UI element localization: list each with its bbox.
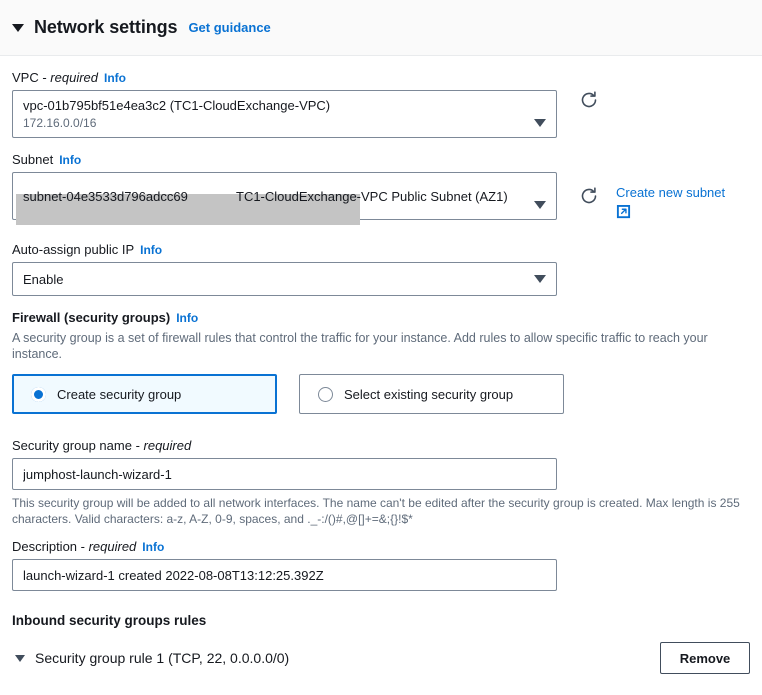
firewall-info-link[interactable]: Info: [176, 311, 198, 325]
description-input[interactable]: [12, 559, 557, 591]
auto-assign-ip-value: Enable: [23, 271, 64, 287]
description-required-text: required: [88, 539, 137, 554]
vpc-row: vpc-01b795bf51e4ea3c2 (TC1-CloudExchange…: [12, 90, 750, 138]
subnet-name: TC1-CloudExchange-VPC Public Subnet (AZ1…: [236, 188, 508, 204]
auto-assign-ip-label: Auto-assign public IP Info: [12, 242, 750, 257]
tile-create-security-group[interactable]: Create security group: [12, 374, 277, 414]
subnet-label-text: Subnet: [12, 152, 54, 167]
network-settings-body: VPC - required Info vpc-01b795bf51e4ea3c…: [0, 56, 762, 674]
radio-select-existing-security-group[interactable]: [318, 386, 333, 402]
auto-assign-ip-label-text: Auto-assign public IP: [12, 242, 135, 257]
subnet-info-link[interactable]: Info: [59, 153, 81, 167]
vpc-info-link[interactable]: Info: [104, 71, 126, 85]
firewall-label: Firewall (security groups) Info: [12, 310, 750, 325]
security-group-name-required-text: required: [143, 438, 192, 453]
subnet-row: subnet-04e3533d796adcc69 TC1-CloudExchan…: [12, 172, 750, 225]
vpc-cidr: 172.16.0.0/16: [23, 116, 97, 130]
vpc-label-text: VPC -: [12, 70, 51, 85]
security-group-name-label-text: Security group name -: [12, 438, 144, 453]
subnet-label: Subnet Info: [12, 152, 750, 167]
table-row: Security group rule 1 (TCP, 22, 0.0.0.0/…: [12, 642, 750, 674]
chevron-down-icon: [534, 275, 546, 283]
vpc-label: VPC - required Info: [12, 70, 750, 85]
subnet-id: subnet-04e3533d796adcc69: [23, 188, 188, 204]
chevron-down-icon: [534, 201, 546, 209]
security-group-rule-label: Security group rule 1 (TCP, 22, 0.0.0.0/…: [35, 650, 290, 666]
refresh-icon[interactable]: [579, 186, 599, 206]
vpc-selected-value: vpc-01b795bf51e4ea3c2 (TC1-CloudExchange…: [23, 98, 331, 113]
external-link-icon[interactable]: [616, 204, 725, 224]
page-title: Network settings: [34, 17, 178, 37]
security-group-name-label: Security group name - required: [12, 438, 750, 453]
remove-button[interactable]: Remove: [660, 642, 750, 674]
firewall-label-text: Firewall (security groups): [12, 310, 171, 325]
refresh-icon[interactable]: [579, 90, 599, 110]
caret-down-icon[interactable]: [15, 654, 25, 662]
description-label: Description - required Info: [12, 539, 750, 554]
chevron-down-icon: [534, 119, 546, 127]
tile-create-security-group-label: Create security group: [57, 386, 182, 402]
tile-select-existing-security-group-label: Select existing security group: [344, 386, 514, 402]
subnet-select[interactable]: subnet-04e3533d796adcc69 TC1-CloudExchan…: [12, 172, 557, 225]
create-new-subnet-group: Create new subnet: [616, 184, 725, 224]
vpc-select[interactable]: vpc-01b795bf51e4ea3c2 (TC1-CloudExchange…: [12, 90, 557, 138]
security-group-name-hint: This security group will be added to all…: [12, 496, 740, 526]
auto-assign-ip-select[interactable]: Enable: [12, 262, 557, 296]
radio-create-security-group[interactable]: [31, 386, 46, 402]
firewall-description: A security group is a set of firewall ru…: [12, 331, 708, 361]
auto-assign-ip-info-link[interactable]: Info: [140, 243, 162, 257]
tile-select-existing-security-group[interactable]: Select existing security group: [299, 374, 564, 414]
description-info-link[interactable]: Info: [142, 540, 164, 554]
firewall-option-tiles: Create security group Select existing se…: [12, 374, 750, 414]
description-label-text: Description -: [12, 539, 89, 554]
subnet-selected-value: subnet-04e3533d796adcc69 TC1-CloudExchan…: [23, 189, 526, 204]
get-guidance-link[interactable]: Get guidance: [188, 20, 270, 35]
security-group-name-input[interactable]: [12, 458, 557, 490]
vpc-required-text: required: [50, 70, 98, 85]
caret-down-icon[interactable]: [12, 23, 24, 32]
create-new-subnet-link[interactable]: Create new subnet: [616, 184, 725, 201]
network-settings-header: Network settings Get guidance: [0, 0, 762, 56]
inbound-rules-title: Inbound security groups rules: [12, 613, 207, 628]
